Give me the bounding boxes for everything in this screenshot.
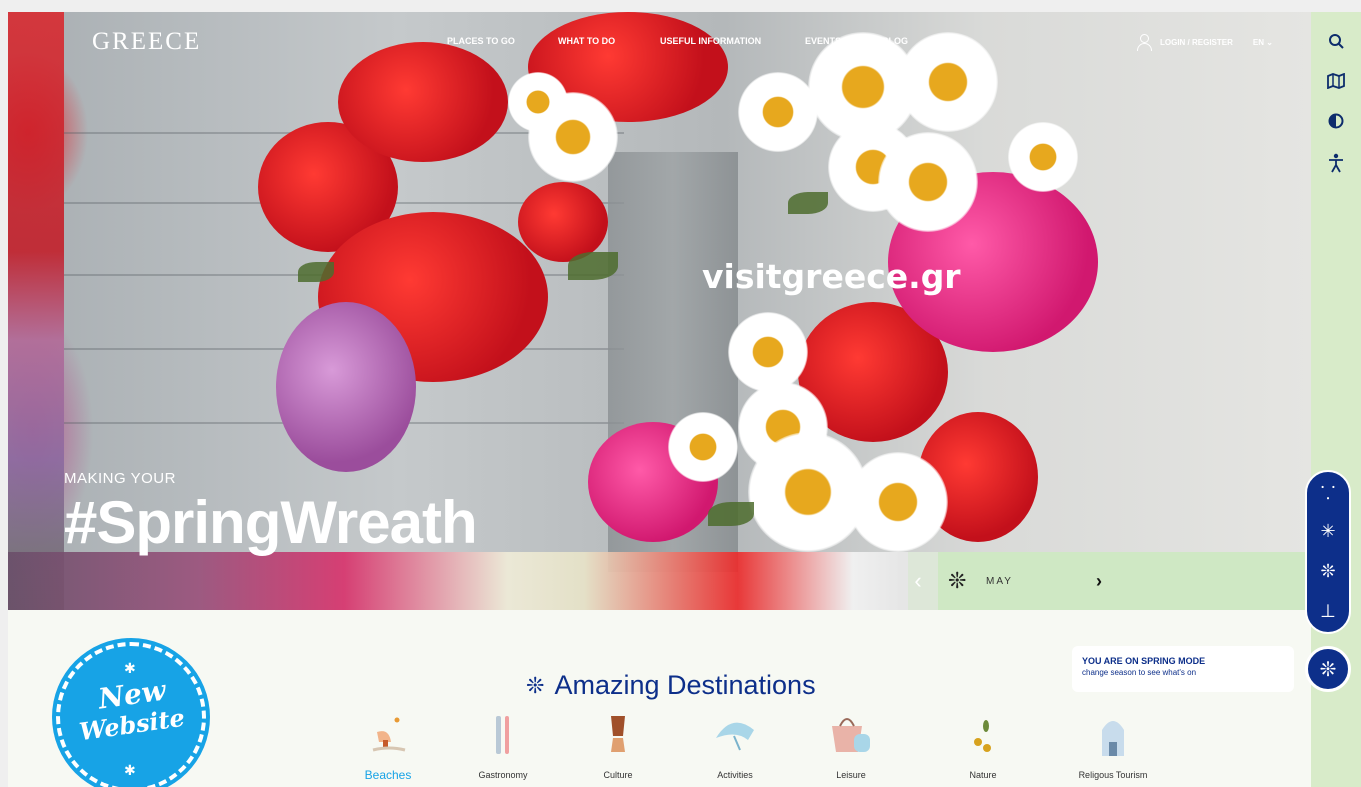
flower (1008, 122, 1078, 192)
flower (338, 42, 508, 162)
category-culture[interactable]: Culture (573, 712, 663, 781)
page: ‹ ❊ MAY › GREECE PLACES TO GO WHAT TO DO… (8, 12, 1361, 787)
leaf (788, 192, 828, 214)
spring-flower-icon: ❊ (948, 568, 967, 593)
category-religious-tourism[interactable]: Religous Tourism (1068, 712, 1158, 781)
category-label: Leisure (836, 770, 866, 780)
flower (518, 182, 608, 262)
search-icon[interactable] (1321, 26, 1351, 56)
olive-icon (960, 712, 1006, 758)
season-switcher: ⸪ ✳ ❊ ⊥ (1305, 470, 1351, 634)
hero-headline: #SpringWreath (64, 489, 478, 556)
autumn-icon[interactable]: ⊥ (1307, 594, 1349, 628)
category-list: Beaches Gastronomy Culture Activities Le… (338, 712, 1147, 787)
watermark: visitgreece.gr (702, 257, 961, 296)
nav-useful-information[interactable]: USEFUL INFORMATION (660, 36, 761, 46)
nav-blog[interactable]: BLOG (882, 36, 908, 46)
category-activities[interactable]: Activities (690, 712, 780, 781)
flower (276, 302, 416, 472)
new-website-badge[interactable]: ✱ New Website ✱ (52, 638, 212, 787)
category-label: Gastronomy (478, 770, 528, 780)
vase-icon (595, 712, 641, 758)
category-label: Beaches (364, 768, 412, 782)
flower (728, 312, 808, 392)
flower (878, 132, 978, 232)
leaf (568, 252, 618, 280)
flower (738, 72, 818, 152)
hero-tagline: MAKING YOUR (64, 470, 176, 487)
flower (848, 452, 948, 552)
map-icon[interactable] (1321, 66, 1351, 96)
flower (508, 72, 568, 132)
star-icon: ✱ (124, 660, 136, 676)
category-nature[interactable]: Nature (938, 712, 1028, 781)
spring-mode-subtitle: change season to see what's on (1082, 668, 1197, 677)
current-month: MAY (986, 575, 1013, 587)
summer-icon[interactable]: ⸪ (1307, 476, 1349, 510)
category-label: Culture (603, 770, 633, 780)
season-toggle-button[interactable]: ❊ (1305, 646, 1351, 692)
accessibility-icon[interactable] (1321, 148, 1351, 178)
nav-events[interactable]: EVENTS (805, 36, 841, 46)
flower (898, 32, 998, 132)
user-icon (1136, 34, 1152, 51)
category-beaches[interactable]: Beaches (343, 712, 433, 781)
category-label: Nature (969, 770, 997, 780)
nav-what-to-do[interactable]: WHAT TO DO (558, 36, 615, 46)
hero-left-strip (8, 12, 64, 610)
site-logo[interactable]: GREECE (92, 28, 201, 56)
category-gastronomy[interactable]: Gastronomy (458, 712, 548, 781)
language-selector[interactable]: EN ⌄ (1253, 38, 1273, 47)
language-label: EN (1252, 37, 1265, 47)
winter-icon[interactable]: ✳ (1307, 514, 1349, 548)
hero-banner: ‹ ❊ MAY › GREECE PLACES TO GO WHAT TO DO… (8, 12, 1311, 610)
cutlery-icon (480, 712, 526, 758)
flower (668, 412, 738, 482)
login-label: LOGIN / REGISTER (1160, 37, 1233, 47)
hero-bottom-strip (8, 552, 968, 610)
leaf (708, 502, 754, 526)
bag-icon (828, 712, 874, 758)
spring-flower-icon: ❊ (526, 672, 545, 698)
star-icon: ✱ (124, 762, 136, 778)
destinations-title: Amazing Destinations (554, 670, 816, 700)
helmet-icon (712, 712, 758, 758)
chapel-icon (1090, 712, 1136, 758)
destinations-heading: ❊ Amazing Destinations (526, 670, 816, 701)
nav-places-to-go[interactable]: PLACES TO GO (447, 36, 515, 46)
beach-icon (365, 712, 411, 758)
category-label: Activities (717, 770, 753, 780)
next-month-button[interactable]: › (1096, 571, 1102, 592)
spring-mode-title: YOU ARE ON SPRING MODE (1082, 656, 1206, 666)
login-register[interactable]: LOGIN / REGISTER EN ⌄ (1136, 34, 1273, 51)
spring-mode-notice: YOU ARE ON SPRING MODE change season to … (1072, 646, 1294, 692)
previous-month-button[interactable]: ‹ (898, 552, 938, 610)
spring-icon[interactable]: ❊ (1307, 554, 1349, 588)
month-selector: ‹ ❊ MAY › (898, 552, 1311, 610)
category-label: Religous Tourism (1078, 770, 1148, 780)
contrast-icon[interactable] (1321, 106, 1351, 136)
leaf (298, 262, 334, 282)
category-leisure[interactable]: Leisure (806, 712, 896, 781)
